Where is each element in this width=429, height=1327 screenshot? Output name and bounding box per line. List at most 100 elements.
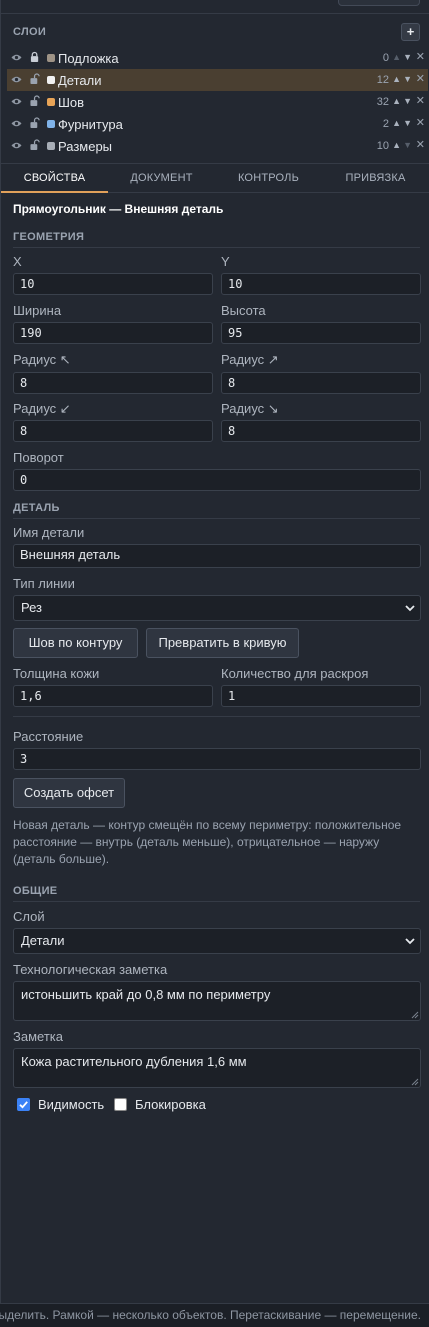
move-down-icon[interactable]: ▼ (403, 96, 412, 106)
tab-control[interactable]: КОНТРОЛЬ (215, 164, 322, 193)
move-down-icon[interactable]: ▼ (403, 52, 412, 62)
lock-icon[interactable] (30, 51, 40, 63)
move-down-icon[interactable]: ▼ (403, 140, 412, 150)
status-bar: ы выделить. Рамкой — несколько объектов.… (0, 1303, 429, 1327)
height-input[interactable]: 95 (221, 322, 421, 344)
section-detail: ДЕТАЛЬ (13, 502, 420, 519)
detail-name-input[interactable]: Внешняя деталь (13, 544, 421, 568)
remove-layer-icon[interactable]: ✕ (416, 138, 425, 151)
radius-top-left-input[interactable]: 8 (13, 372, 213, 394)
visibility-checkbox[interactable] (17, 1098, 30, 1111)
width-input[interactable]: 190 (13, 322, 213, 344)
chevron-down-icon (405, 938, 415, 945)
tab-properties[interactable]: СВОЙСТВА (1, 164, 108, 193)
lock-checkbox[interactable] (114, 1098, 127, 1111)
remove-layer-icon[interactable]: ✕ (416, 50, 425, 63)
move-up-icon[interactable]: ▲ (392, 96, 401, 106)
section-general: ОБЩИЕ (13, 885, 420, 902)
resize-grip-icon[interactable] (411, 1011, 419, 1019)
tech-note-textarea[interactable]: истоньшить край до 0,8 мм по периметру (13, 981, 421, 1021)
layer-color-swatch (47, 54, 55, 62)
offset-help-text: Новая деталь — контур смещён по всему пе… (13, 818, 402, 866)
divider (13, 716, 420, 717)
layer-color-swatch (47, 120, 55, 128)
radius-bottom-right-label: Радиус ↘ (221, 401, 279, 416)
checkmark-icon (19, 1101, 28, 1109)
layer-object-count: 12 (376, 74, 389, 86)
distance-input[interactable]: 3 (13, 748, 421, 770)
radius-bottom-left-label: Радиус ↙ (13, 401, 71, 416)
layer-row[interactable]: Фурнитура 2 ▲ ▼ ✕ (7, 113, 428, 135)
unlock-icon[interactable] (30, 117, 40, 129)
convert-to-curve-button[interactable]: Превратить в кривую (146, 628, 299, 658)
move-up-icon[interactable]: ▲ (392, 74, 401, 84)
move-up-icon[interactable]: ▲ (392, 118, 401, 128)
eye-icon[interactable] (11, 119, 22, 128)
radius-top-left-label: Радиус ↖ (13, 352, 71, 367)
radius-bottom-left-input[interactable]: 8 (13, 420, 213, 442)
remove-layer-icon[interactable]: ✕ (416, 94, 425, 107)
eye-icon[interactable] (11, 75, 22, 84)
remove-layer-icon[interactable]: ✕ (416, 116, 425, 129)
tab-document[interactable]: ДОКУМЕНТ (108, 164, 215, 193)
cut-quantity-input[interactable]: 1 (221, 685, 421, 707)
unlock-icon[interactable] (30, 95, 40, 107)
layer-row[interactable]: Шов 32 ▲ ▼ ✕ (7, 91, 428, 113)
note-value: Кожа растительного дубления 1,6 мм (21, 1054, 247, 1069)
seam-contour-button[interactable]: Шов по контуру (13, 628, 138, 658)
layer-row[interactable]: Детали 12 ▲ ▼ ✕ (7, 69, 428, 91)
layer-name: Размеры (58, 139, 113, 154)
detail-name-label: Имя детали (13, 525, 85, 540)
status-text: ы выделить. Рамкой — несколько объектов.… (0, 1308, 421, 1322)
properties-panel: СЛОИ + Подложка 0 ▲ ▼ ✕ Детали 12 ▲ ▼ ✕ Шов 32 ▲ ▼ ✕ Фу… (0, 0, 429, 1303)
resize-grip-icon[interactable] (411, 1078, 419, 1086)
y-label: Y (221, 254, 230, 269)
leather-thickness-input[interactable]: 1,6 (13, 685, 213, 707)
eye-icon[interactable] (11, 97, 22, 106)
tab-snapping[interactable]: ПРИВЯЗКА (322, 164, 429, 193)
note-label: Заметка (13, 1029, 63, 1044)
radius-top-right-input[interactable]: 8 (221, 372, 421, 394)
eye-icon[interactable] (11, 141, 22, 150)
lock-label: Блокировка (135, 1097, 206, 1112)
layer-color-swatch (47, 142, 55, 150)
height-label: Высота (221, 303, 266, 318)
move-down-icon[interactable]: ▼ (403, 74, 412, 84)
width-label: Ширина (13, 303, 62, 318)
eye-icon[interactable] (11, 53, 22, 62)
rotation-input[interactable]: 0 (13, 469, 421, 491)
create-offset-button[interactable]: Создать офсет (13, 778, 125, 808)
line-type-select[interactable]: Рез (13, 595, 421, 621)
x-label: X (13, 254, 22, 269)
add-layer-button[interactable]: + (401, 23, 420, 41)
move-up-icon[interactable]: ▲ (392, 140, 401, 150)
radius-bottom-right-input[interactable]: 8 (221, 420, 421, 442)
unlock-icon[interactable] (30, 73, 40, 85)
move-up-icon[interactable]: ▲ (392, 52, 401, 62)
radius-top-right-label: Радиус ↗ (221, 352, 279, 367)
layer-object-count: 32 (376, 96, 389, 108)
distance-label: Расстояние (13, 729, 84, 744)
topbar-button[interactable] (338, 0, 420, 6)
layer-select[interactable]: Детали (13, 928, 421, 954)
layer-name: Подложка (58, 51, 119, 66)
leather-thickness-label: Толщина кожи (13, 666, 100, 681)
line-type-label: Тип линии (13, 576, 75, 591)
move-down-icon[interactable]: ▼ (403, 118, 412, 128)
remove-layer-icon[interactable]: ✕ (416, 72, 425, 85)
y-input[interactable]: 10 (221, 273, 421, 295)
layer-object-count: 0 (382, 52, 389, 64)
layer-select-value: Детали (21, 933, 65, 948)
x-input[interactable]: 10 (13, 273, 213, 295)
note-textarea[interactable]: Кожа растительного дубления 1,6 мм (13, 1048, 421, 1088)
layer-row[interactable]: Подложка 0 ▲ ▼ ✕ (7, 47, 428, 69)
section-geometry: ГЕОМЕТРИЯ (13, 231, 420, 248)
tab-bar: СВОЙСТВА ДОКУМЕНТ КОНТРОЛЬ ПРИВЯЗКА (1, 163, 429, 193)
layer-color-swatch (47, 76, 55, 84)
tech-note-label: Технологическая заметка (13, 962, 168, 977)
layer-name: Шов (58, 95, 85, 110)
layer-object-count: 10 (376, 140, 389, 152)
layer-color-swatch (47, 98, 55, 106)
layer-row[interactable]: Размеры 10 ▲ ▼ ✕ (7, 135, 428, 157)
unlock-icon[interactable] (30, 139, 40, 151)
